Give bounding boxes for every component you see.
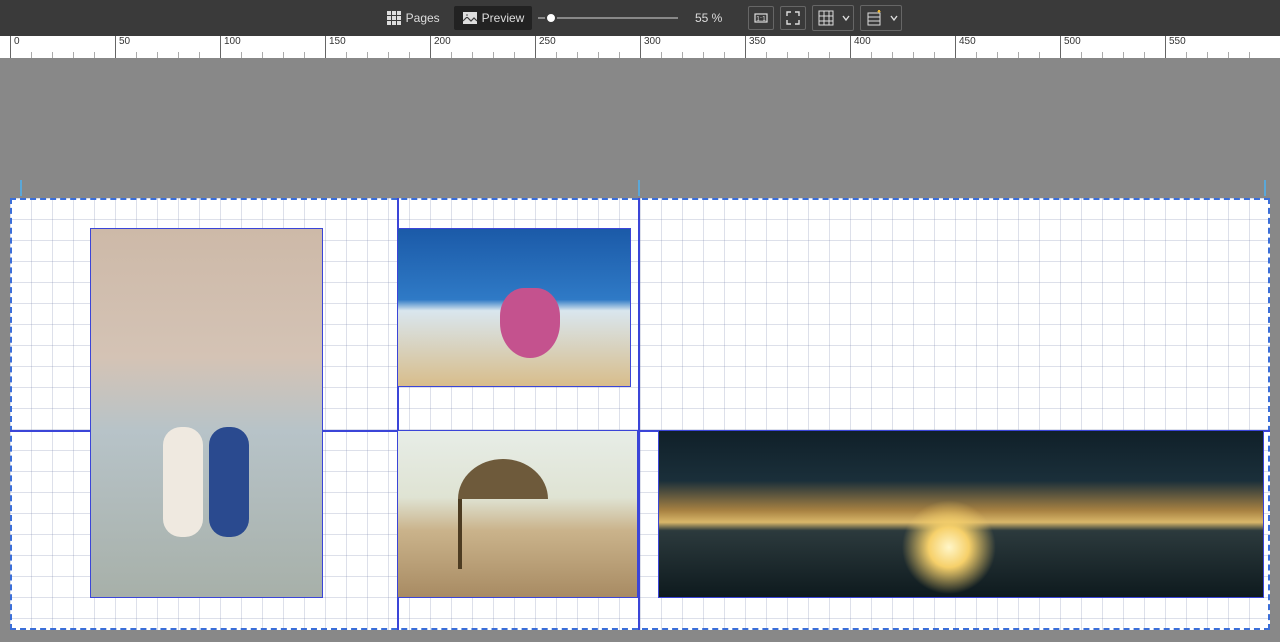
chevron-down-icon[interactable]	[839, 14, 853, 22]
ruler-tick: 450	[955, 36, 976, 58]
margin-tick	[20, 180, 22, 196]
preview-label: Preview	[482, 11, 525, 25]
photo-couple-beach[interactable]	[90, 228, 323, 598]
placed-image	[91, 229, 322, 597]
ruler-tick: 300	[640, 36, 661, 58]
actual-size-button[interactable]: 1:1	[748, 6, 774, 30]
zoom-readout: 55 %	[684, 11, 728, 25]
ruler-tick: 50	[115, 36, 130, 58]
image-icon	[462, 10, 478, 26]
ruler-tick: 100	[220, 36, 241, 58]
fit-screen-icon	[785, 10, 801, 26]
grid-toggle-dropdown[interactable]	[812, 5, 854, 31]
preview-button[interactable]: Preview	[454, 6, 533, 30]
ruler-tick: 500	[1060, 36, 1081, 58]
placed-image	[398, 431, 637, 597]
ruler-tick: 250	[535, 36, 556, 58]
photo-beach-umbrellas[interactable]	[397, 430, 638, 598]
baseline-grid-icon	[866, 10, 882, 26]
horizontal-ruler: 0 50 100 150 200 250 300 350 400 450 500 550	[0, 36, 1280, 58]
baseline-grid-button[interactable]	[861, 6, 887, 30]
margin-tick	[638, 180, 640, 196]
actual-size-icon: 1:1	[753, 10, 769, 26]
pages-label: Pages	[406, 11, 440, 25]
ruler-tick: 0	[10, 36, 20, 58]
svg-text:1:1: 1:1	[756, 16, 766, 23]
pages-button[interactable]: Pages	[378, 6, 448, 30]
margin-tick	[1264, 180, 1266, 196]
top-toolbar: Pages Preview 55 % 1:1	[0, 0, 1280, 36]
ruler-tick: 150	[325, 36, 346, 58]
fit-screen-button[interactable]	[780, 6, 806, 30]
placed-image	[398, 229, 630, 386]
zoom-slider[interactable]	[538, 10, 678, 26]
baseline-grid-dropdown[interactable]	[860, 5, 902, 31]
photo-child-beach[interactable]	[397, 228, 631, 387]
placed-image	[659, 431, 1263, 597]
zoom-track	[538, 17, 678, 19]
ruler-tick: 550	[1165, 36, 1186, 58]
chevron-down-icon[interactable]	[887, 14, 901, 22]
ruler-tick: 350	[745, 36, 766, 58]
grid-icon	[386, 10, 402, 26]
ruler-tick: 200	[430, 36, 451, 58]
grid-toggle-icon	[818, 10, 834, 26]
grid-toggle-button[interactable]	[813, 6, 839, 30]
photo-sunset-panorama[interactable]	[658, 430, 1264, 598]
page-separator	[638, 198, 640, 630]
workspace[interactable]	[0, 58, 1280, 642]
zoom-thumb[interactable]	[545, 12, 557, 24]
ruler-tick: 400	[850, 36, 871, 58]
page-spread[interactable]	[10, 198, 1270, 630]
